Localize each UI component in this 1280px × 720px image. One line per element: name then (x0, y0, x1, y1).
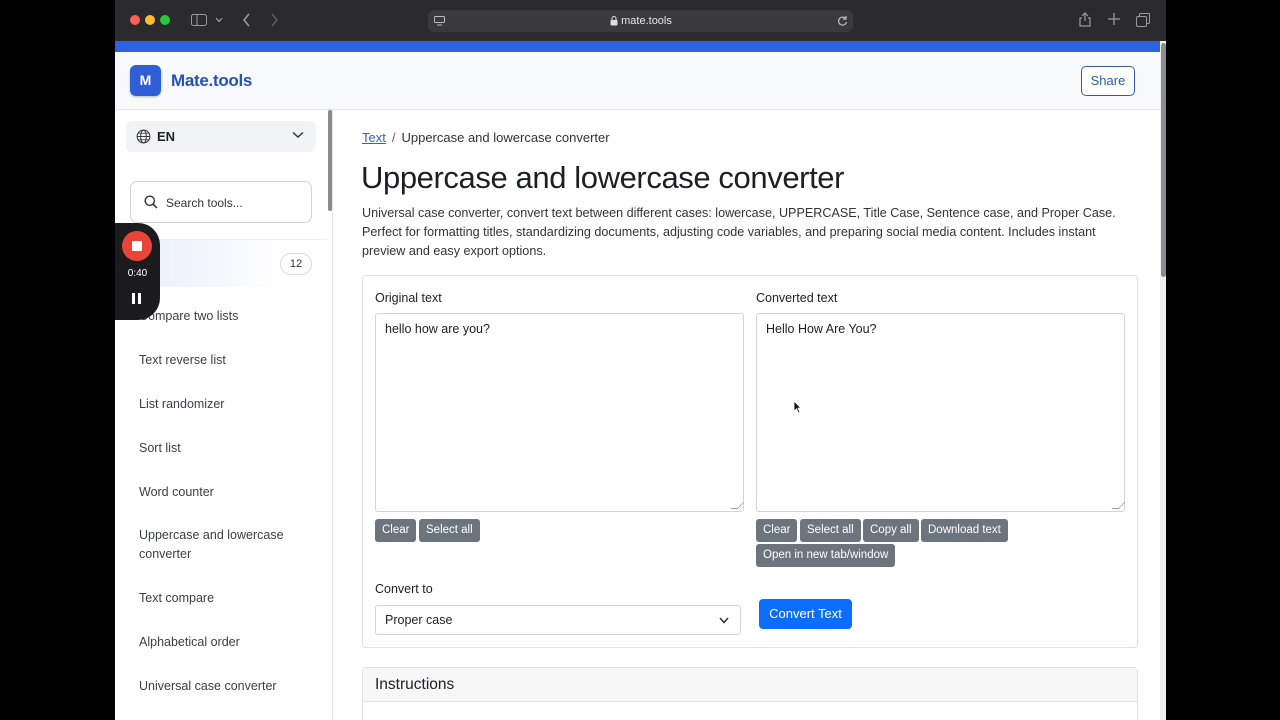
new-tab-icon[interactable] (1108, 13, 1120, 25)
tab-overview-icon[interactable] (1136, 13, 1150, 27)
sidebar-item-universal-case-converter[interactable]: Universal case converter (139, 677, 309, 696)
page-settings-icon[interactable] (434, 16, 445, 26)
sidebar-item-sort-list[interactable]: Sort list (139, 439, 309, 458)
convert-to-select[interactable]: Proper case (375, 605, 741, 635)
converted-select-all-button[interactable]: Select all (800, 519, 861, 542)
sidebar-item-word-counter[interactable]: Word counter (139, 483, 309, 502)
converted-text-label: Converted text (756, 291, 838, 305)
logo-icon[interactable]: M (130, 65, 161, 96)
page-scrollbar[interactable] (1160, 41, 1166, 720)
original-clear-button[interactable]: Clear (375, 519, 417, 542)
back-icon[interactable] (242, 13, 251, 27)
converter-card: Original text Converted text hello how a… (362, 275, 1138, 648)
main-content: Text / Uppercase and lowercase converter U… (334, 110, 1160, 720)
reload-icon[interactable] (837, 15, 848, 27)
sidebar-item-alphabetical-order[interactable]: Alphabetical order (139, 633, 309, 652)
breadcrumb-separator: / (391, 130, 396, 145)
sidebar-item-list-randomizer[interactable]: List randomizer (139, 395, 309, 414)
top-accent-bar (115, 41, 1166, 52)
sidebar-toggle-icon[interactable] (191, 14, 207, 26)
zoom-window-button[interactable] (160, 15, 170, 25)
chevron-down-icon (292, 131, 304, 139)
globe-icon (136, 129, 151, 144)
sidebar: EN Search tools... 12 Compare two lists … (115, 110, 333, 720)
stop-recording-button[interactable] (122, 231, 152, 261)
convert-to-selected: Proper case (385, 613, 453, 627)
page-description: Universal case converter, convert text b… (362, 206, 1116, 258)
instructions-title: Instructions (375, 676, 455, 693)
breadcrumb-current: Uppercase and lowercase converter (401, 130, 610, 145)
stop-icon (132, 241, 142, 251)
category-count-badge: 12 (280, 253, 312, 275)
recording-time: 0:40 (127, 268, 148, 279)
sidebar-scrollbar[interactable] (328, 110, 332, 211)
lock-icon (610, 16, 618, 26)
breadcrumb-link-text[interactable]: Text (362, 130, 386, 145)
download-text-button[interactable]: Download text (921, 519, 1008, 542)
original-select-all-button[interactable]: Select all (419, 519, 480, 542)
pause-icon[interactable] (132, 293, 142, 304)
url-text: mate.tools (621, 15, 672, 27)
converted-text-value: Hello How Are You? (766, 322, 877, 336)
mouse-cursor-icon (793, 400, 802, 414)
search-placeholder: Search tools... (166, 196, 243, 210)
instructions-header: Instructions (363, 668, 1137, 702)
sidebar-item-compare-two-lists[interactable]: Compare two lists (139, 307, 309, 326)
language-code: EN (157, 129, 176, 144)
breadcrumb: Text / Uppercase and lowercase converter (362, 130, 610, 145)
sidebar-item-text-reverse-list[interactable]: Text reverse list (139, 351, 309, 370)
browser-titlebar: mate.tools (115, 0, 1166, 41)
site-header: M Mate.tools Share (115, 52, 1160, 110)
resize-handle[interactable] (1111, 502, 1126, 509)
original-text-label: Original text (375, 291, 442, 305)
open-new-tab-button[interactable]: Open in new tab/window (756, 544, 896, 567)
search-input[interactable]: Search tools... (130, 181, 312, 223)
page-scrollbar-thumb[interactable] (1161, 43, 1166, 277)
close-window-button[interactable] (130, 15, 140, 25)
converted-clear-button[interactable]: Clear (756, 519, 798, 542)
browser-window: mate.tools M Mate.tools Share EN Search … (115, 0, 1166, 720)
language-selector[interactable]: EN (126, 121, 316, 152)
instructions-card: Instructions (362, 667, 1138, 720)
forward-icon[interactable] (270, 13, 279, 27)
address-bar[interactable]: mate.tools (428, 10, 853, 32)
sidebar-item-uppercase-lowercase-converter[interactable]: Uppercase and lowercase converter (139, 526, 309, 564)
copy-all-button[interactable]: Copy all (863, 519, 919, 542)
search-icon (144, 195, 158, 209)
screen-recorder-widget: 0:40 (115, 223, 160, 320)
minimize-window-button[interactable] (145, 15, 155, 25)
brand-name[interactable]: Mate.tools (171, 71, 252, 91)
resize-handle[interactable] (730, 502, 745, 509)
convert-to-label: Convert to (375, 582, 433, 596)
page-title: Uppercase and lowercase converter (361, 160, 845, 195)
share-icon[interactable] (1079, 12, 1091, 27)
chevron-down-icon (719, 617, 729, 624)
converted-text-area[interactable]: Hello How Are You? (756, 313, 1126, 512)
sidebar-item-text-compare[interactable]: Text compare (139, 589, 309, 608)
share-button[interactable]: Share (1081, 66, 1135, 96)
original-text-value: hello how are you? (385, 322, 490, 336)
original-text-area[interactable]: hello how are you? (375, 313, 745, 512)
convert-text-button[interactable]: Convert Text (759, 599, 852, 629)
chevron-down-icon[interactable] (215, 17, 223, 23)
